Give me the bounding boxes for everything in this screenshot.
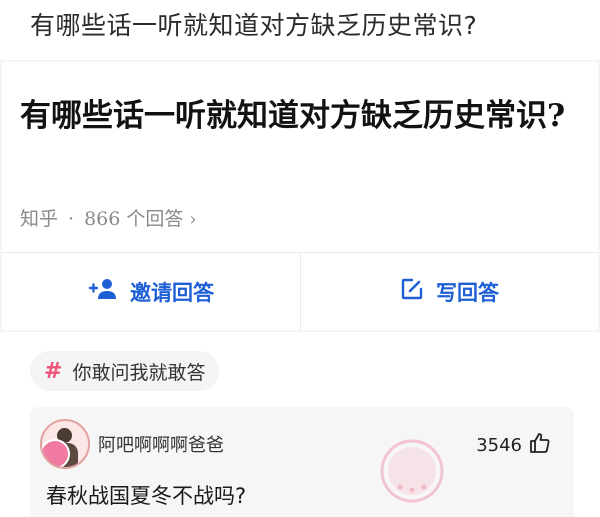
- question-card[interactable]: 有哪些话一听就知道对方缺乏历史常识? 知乎 · 866 个回答 › 邀请回答 写…: [0, 60, 600, 332]
- like-button[interactable]: 3546: [476, 431, 552, 460]
- invite-answer-button[interactable]: 邀请回答: [2, 253, 300, 330]
- chevron-right-icon: ›: [189, 209, 197, 230]
- meta-separator: ·: [68, 208, 75, 230]
- thumbs-up-icon: [528, 431, 552, 460]
- hash-icon: #: [44, 358, 63, 384]
- write-answer-label: 写回答: [436, 279, 499, 305]
- badge-icon: [42, 439, 70, 467]
- invite-answer-label: 邀请回答: [130, 279, 214, 305]
- topic-tag[interactable]: # 你敢问我就敢答: [30, 351, 220, 391]
- post-title: 有哪些话一听就知道对方缺乏历史常识?: [30, 11, 478, 40]
- source-label: 知乎: [20, 208, 59, 230]
- like-count: 3546: [476, 435, 522, 456]
- edit-icon: [400, 277, 424, 306]
- question-meta[interactable]: 知乎 · 866 个回答 ›: [20, 204, 197, 231]
- shenping-stamp-icon: [380, 439, 444, 503]
- answer-count: 866 个回答: [84, 208, 184, 230]
- comment-username[interactable]: 阿吧啊啊啊爸爸: [98, 431, 224, 457]
- write-answer-button[interactable]: 写回答: [301, 253, 598, 330]
- comment-text: 春秋战国夏冬不战吗?: [46, 484, 247, 508]
- add-person-icon: [88, 277, 118, 306]
- comment-card[interactable]: 阿吧啊啊啊爸爸 3546 春秋战国夏冬不战吗?: [30, 407, 574, 517]
- question-title[interactable]: 有哪些话一听就知道对方缺乏历史常识?: [20, 90, 580, 142]
- avatar[interactable]: [40, 419, 90, 469]
- topic-label: 你敢问我就敢答: [72, 361, 206, 384]
